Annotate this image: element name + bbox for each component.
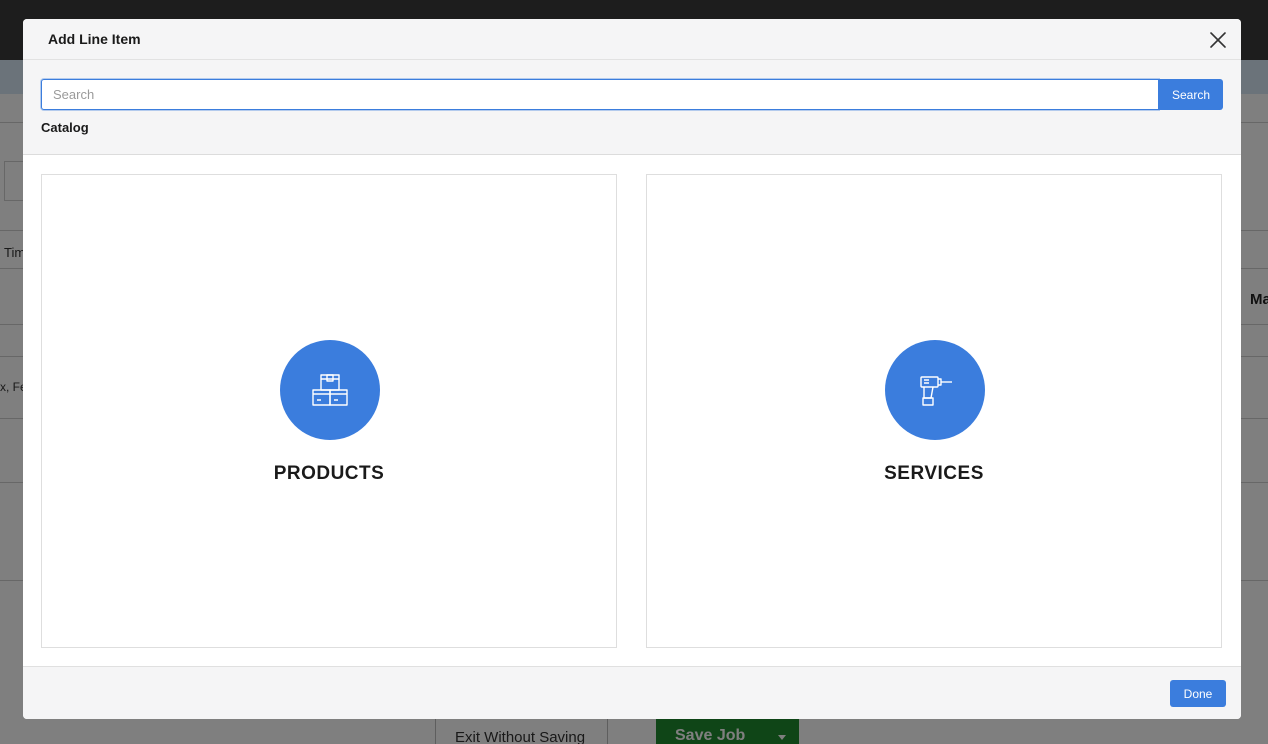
search-button[interactable]: Search bbox=[1159, 79, 1223, 110]
add-line-item-modal: Add Line Item Search Catalog PRODUCTS bbox=[23, 19, 1241, 719]
search-input[interactable] bbox=[41, 79, 1159, 110]
modal-header: Add Line Item bbox=[23, 19, 1241, 60]
done-button[interactable]: Done bbox=[1170, 680, 1226, 707]
modal-title: Add Line Item bbox=[48, 31, 141, 47]
services-label: SERVICES bbox=[884, 463, 984, 484]
products-label: PRODUCTS bbox=[273, 463, 385, 484]
services-icon-circle bbox=[885, 340, 985, 440]
catalog-label: Catalog bbox=[41, 120, 89, 135]
drill-icon bbox=[920, 376, 952, 406]
search-area: Search Catalog bbox=[23, 60, 1241, 155]
boxes-icon bbox=[312, 374, 348, 406]
products-icon-circle bbox=[280, 340, 380, 440]
products-card[interactable]: PRODUCTS bbox=[41, 174, 617, 648]
close-button[interactable] bbox=[1207, 29, 1229, 51]
services-card[interactable]: SERVICES bbox=[646, 174, 1222, 648]
modal-footer: Done bbox=[23, 666, 1241, 719]
close-icon bbox=[1210, 32, 1226, 48]
